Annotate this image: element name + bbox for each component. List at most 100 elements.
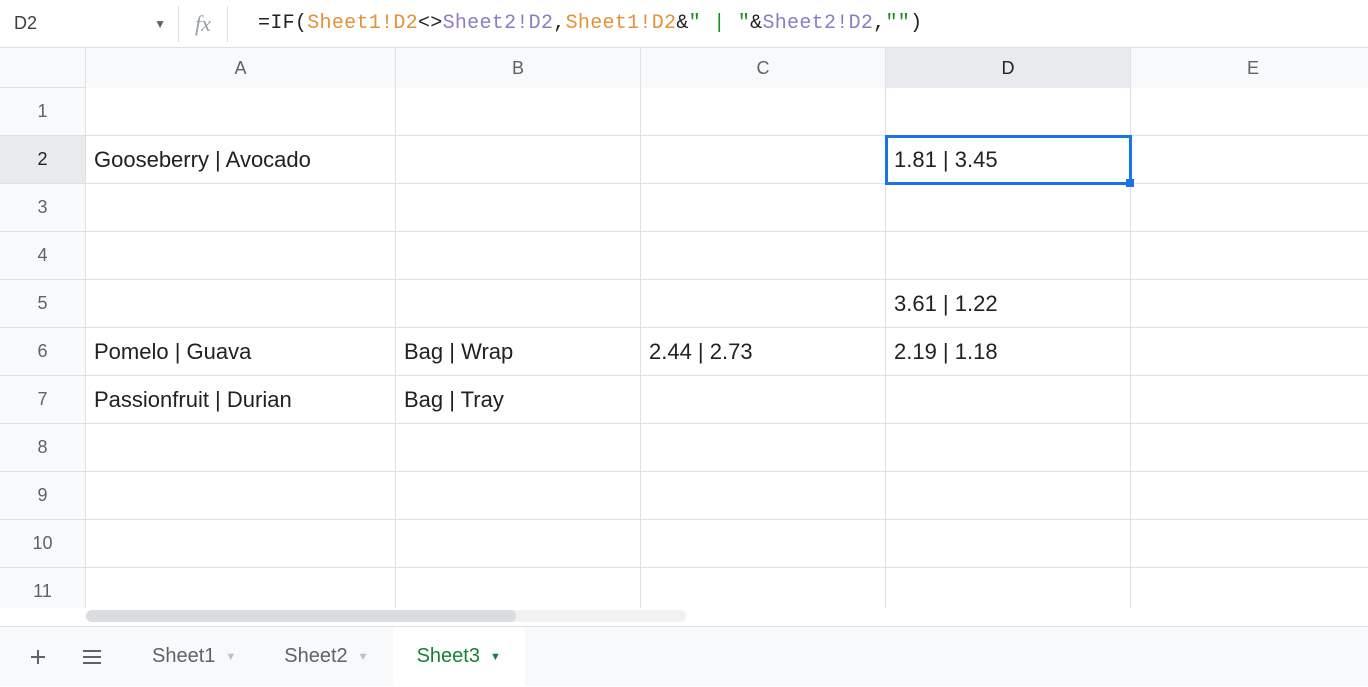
cell-E1[interactable]	[1131, 88, 1368, 136]
cell-E7[interactable]	[1131, 376, 1368, 424]
cell-D1[interactable]	[886, 88, 1131, 136]
formula-content: =IF(Sheet1!D2<>Sheet2!D2,Sheet1!D2&" | "…	[258, 12, 922, 35]
cell-C2[interactable]	[641, 136, 886, 184]
column-header-D[interactable]: D	[886, 48, 1131, 88]
cell-E8[interactable]	[1131, 424, 1368, 472]
column-header-B[interactable]: B	[396, 48, 641, 88]
cell-D2[interactable]: 1.81 | 3.45	[886, 136, 1131, 184]
cell-E2[interactable]	[1131, 136, 1368, 184]
cell-C11[interactable]	[641, 568, 886, 608]
cell-B4[interactable]	[396, 232, 641, 280]
cell-C7[interactable]	[641, 376, 886, 424]
cell-B2[interactable]	[396, 136, 641, 184]
chevron-down-icon[interactable]: ▼	[225, 651, 236, 663]
row-header-8[interactable]: 8	[0, 424, 86, 472]
column-header-C[interactable]: C	[641, 48, 886, 88]
cell-E10[interactable]	[1131, 520, 1368, 568]
row-header-5[interactable]: 5	[0, 280, 86, 328]
hscroll-track[interactable]	[86, 610, 686, 622]
cell-C4[interactable]	[641, 232, 886, 280]
table-row: 1	[0, 88, 1368, 136]
cell-A1[interactable]	[86, 88, 396, 136]
cell-C5[interactable]	[641, 280, 886, 328]
cell-D9[interactable]	[886, 472, 1131, 520]
row-header-10[interactable]: 10	[0, 520, 86, 568]
row-header-7[interactable]: 7	[0, 376, 86, 424]
cell-A8[interactable]	[86, 424, 396, 472]
cell-B11[interactable]	[396, 568, 641, 608]
cell-E9[interactable]	[1131, 472, 1368, 520]
cell-E6[interactable]	[1131, 328, 1368, 376]
hscroll-thumb[interactable]	[86, 610, 516, 622]
row-header-11[interactable]: 11	[0, 568, 86, 608]
cell-D6[interactable]: 2.19 | 1.18	[886, 328, 1131, 376]
sheet-tab-sheet2[interactable]: Sheet2 ▼	[260, 627, 392, 687]
cell-B9[interactable]	[396, 472, 641, 520]
cell-A11[interactable]	[86, 568, 396, 608]
fx-label: fx	[178, 6, 228, 42]
cell-B6[interactable]: Bag | Wrap	[396, 328, 641, 376]
cell-C6[interactable]: 2.44 | 2.73	[641, 328, 886, 376]
select-all-corner[interactable]	[0, 48, 86, 88]
cell-B5[interactable]	[396, 280, 641, 328]
cell-D4[interactable]	[886, 232, 1131, 280]
cell-D8[interactable]	[886, 424, 1131, 472]
cell-D3[interactable]	[886, 184, 1131, 232]
name-box[interactable]: D2 ▼	[8, 6, 178, 42]
plus-icon	[26, 645, 50, 669]
cell-E11[interactable]	[1131, 568, 1368, 608]
cell-B7[interactable]: Bag | Tray	[396, 376, 641, 424]
sheet-tab-label: Sheet2	[284, 645, 347, 668]
rows-container: 12Gooseberry | Avocado 1.81 | 3.45 345 3.61…	[0, 88, 1368, 608]
row-header-2[interactable]: 2	[0, 136, 86, 184]
table-row: 5 3.61 | 1.22	[0, 280, 1368, 328]
cell-B10[interactable]	[396, 520, 641, 568]
cell-D11[interactable]	[886, 568, 1131, 608]
row-header-9[interactable]: 9	[0, 472, 86, 520]
sheet-tab-label: Sheet3	[417, 645, 480, 668]
cell-E3[interactable]	[1131, 184, 1368, 232]
all-sheets-button[interactable]	[74, 639, 110, 675]
row-header-1[interactable]: 1	[0, 88, 86, 136]
column-header-A[interactable]: A	[86, 48, 396, 88]
cell-A4[interactable]	[86, 232, 396, 280]
table-row: 9	[0, 472, 1368, 520]
cell-C8[interactable]	[641, 424, 886, 472]
cell-A5[interactable]	[86, 280, 396, 328]
cell-B8[interactable]	[396, 424, 641, 472]
cell-E4[interactable]	[1131, 232, 1368, 280]
column-header-E[interactable]: E	[1131, 48, 1368, 88]
cell-B3[interactable]	[396, 184, 641, 232]
horizontal-scroll[interactable]	[0, 608, 1368, 626]
row-header-4[interactable]: 4	[0, 232, 86, 280]
cell-C9[interactable]	[641, 472, 886, 520]
cell-A6[interactable]: Pomelo | Guava	[86, 328, 396, 376]
cell-B1[interactable]	[396, 88, 641, 136]
cell-A7[interactable]: Passionfruit | Durian	[86, 376, 396, 424]
table-row: 4	[0, 232, 1368, 280]
chevron-down-icon[interactable]: ▼	[490, 651, 501, 663]
spreadsheet-grid: ABCDE 12Gooseberry | Avocado 1.81 | 3.45 3…	[0, 48, 1368, 626]
cell-E5[interactable]	[1131, 280, 1368, 328]
row-header-3[interactable]: 3	[0, 184, 86, 232]
cell-D7[interactable]	[886, 376, 1131, 424]
chevron-down-icon[interactable]: ▼	[358, 651, 369, 663]
cell-C10[interactable]	[641, 520, 886, 568]
cell-C3[interactable]	[641, 184, 886, 232]
cell-C1[interactable]	[641, 88, 886, 136]
cell-A10[interactable]	[86, 520, 396, 568]
sheet-tab-sheet1[interactable]: Sheet1▼	[128, 627, 260, 687]
cell-A3[interactable]	[86, 184, 396, 232]
sheet-tab-sheet3[interactable]: Sheet3 ▼	[393, 627, 525, 687]
cell-A9[interactable]	[86, 472, 396, 520]
cell-A2[interactable]: Gooseberry | Avocado	[86, 136, 396, 184]
name-box-dropdown-icon[interactable]: ▼	[154, 17, 166, 31]
cell-D10[interactable]	[886, 520, 1131, 568]
row-header-6[interactable]: 6	[0, 328, 86, 376]
formula-bar: D2 ▼ fx =IF(Sheet1!D2<>Sheet2!D2,Sheet1!…	[0, 0, 1368, 48]
cell-D5[interactable]: 3.61 | 1.22	[886, 280, 1131, 328]
name-box-value: D2	[14, 13, 37, 34]
add-sheet-button[interactable]	[20, 639, 56, 675]
table-row: 10	[0, 520, 1368, 568]
formula-input[interactable]: =IF(Sheet1!D2<>Sheet2!D2,Sheet1!D2&" | "…	[228, 6, 1360, 42]
